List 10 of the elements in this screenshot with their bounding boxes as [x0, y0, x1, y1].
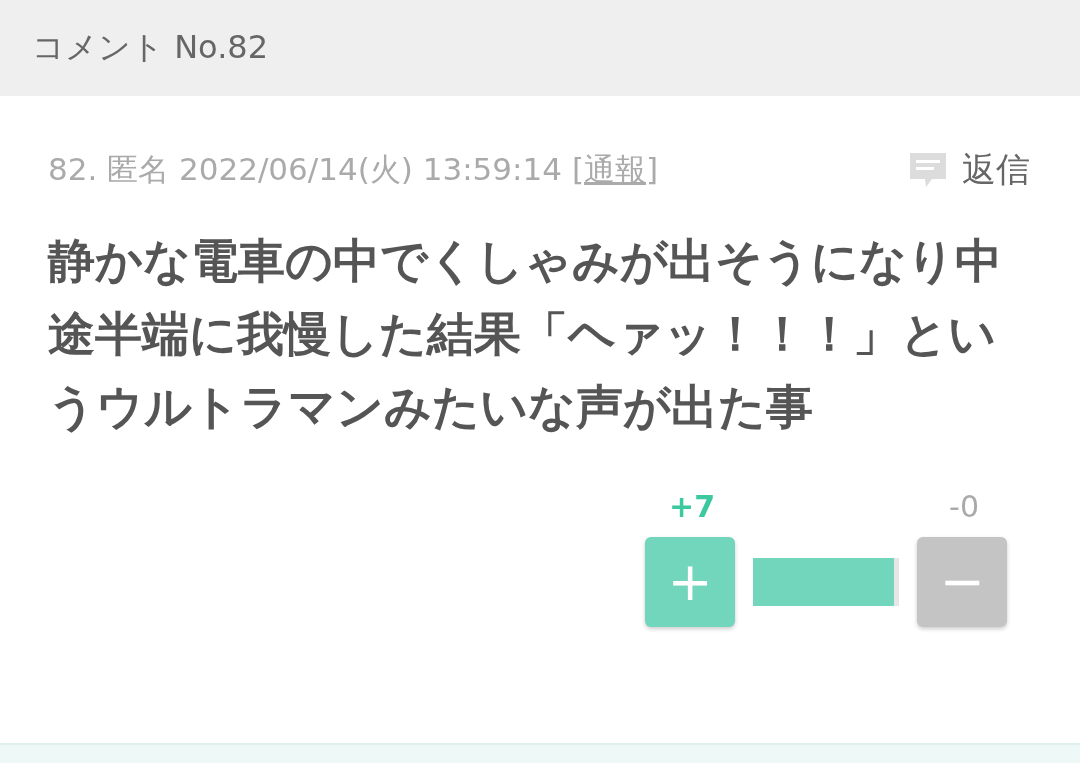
comment-text: 静かな電車の中でくしゃみが出そうになり中途半端に我慢した結果「ヘァッ！！！」というウルトラマンみたいな声が出た事 — [48, 232, 1003, 436]
minus-button[interactable]: − — [917, 537, 1007, 627]
comment-icon[interactable] — [908, 151, 948, 189]
page-title: コメント No.82 — [32, 27, 268, 68]
report-link[interactable]: [通報] — [571, 149, 659, 191]
plus-button[interactable]: + — [645, 537, 735, 627]
minus-count: -0 — [949, 488, 979, 524]
plus-count: +7 — [669, 488, 715, 524]
reply-link[interactable]: 返信 — [962, 147, 1030, 193]
comment-meta: 82. 匿名 2022/06/14(火) 13:59:14 — [48, 150, 562, 189]
